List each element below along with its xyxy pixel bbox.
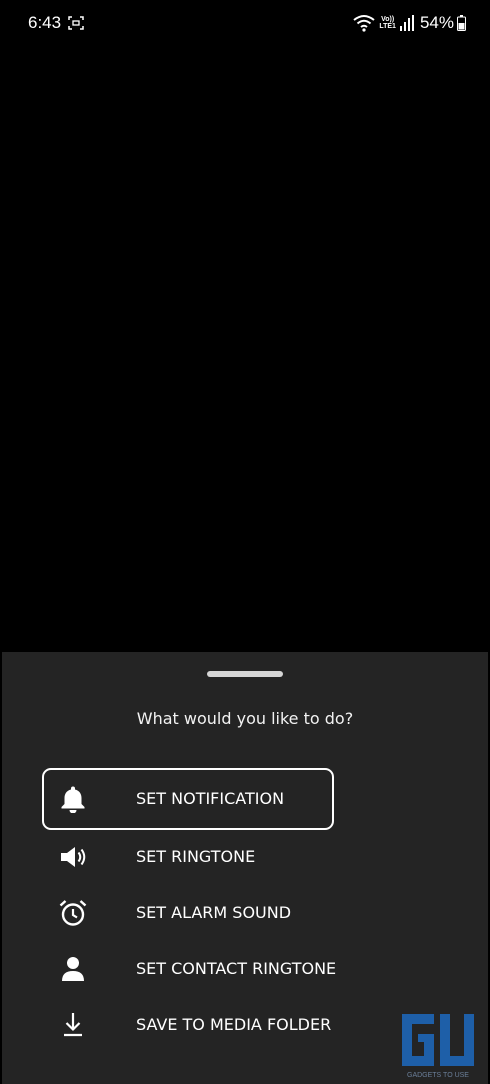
signal-icon [399, 15, 414, 31]
option-label: SAVE TO MEDIA FOLDER [136, 1015, 332, 1034]
wifi-icon [353, 15, 375, 32]
bell-icon [61, 786, 85, 813]
status-time: 6:43 [28, 13, 62, 32]
download-icon [64, 1013, 82, 1037]
gadgets-to-use-logo: GADGETS TO USE [402, 1014, 474, 1079]
option-set-contact-ringtone[interactable]: SET CONTACT RINGTONE [42, 938, 337, 1000]
watermark-text: GADGETS TO USE [407, 1072, 469, 1079]
sheet-title: What would you like to do? [136, 709, 354, 728]
drag-handle[interactable] [207, 671, 283, 677]
person-icon [62, 957, 84, 981]
screen: 6:43 Vo)) LTE1 54% What would you like t… [0, 0, 490, 1084]
option-label: SET NOTIFICATION [136, 789, 285, 808]
screen-capture-icon [68, 16, 84, 30]
volte-indicator: Vo)) LTE1 [379, 16, 396, 30]
option-label: SET ALARM SOUND [136, 903, 292, 922]
battery-percentage: 54% [419, 13, 454, 32]
status-icons: Vo)) LTE1 54% [353, 12, 466, 34]
option-save-to-media-folder[interactable]: SAVE TO MEDIA FOLDER [42, 994, 334, 1056]
option-label: SET RINGTONE [136, 847, 256, 866]
option-set-notification[interactable]: SET NOTIFICATION [42, 768, 334, 830]
volte-bottom: LTE1 [379, 23, 396, 30]
option-set-alarm-sound[interactable]: SET ALARM SOUND [42, 882, 334, 944]
option-set-ringtone[interactable]: SET RINGTONE [42, 826, 334, 888]
battery-icon [457, 15, 466, 31]
volte-top: Vo)) [381, 16, 395, 23]
speaker-icon [61, 847, 86, 867]
alarm-clock-icon [59, 900, 87, 926]
status-bar: 6:43 Vo)) LTE1 54% [0, 0, 490, 48]
option-label: SET CONTACT RINGTONE [136, 959, 337, 978]
